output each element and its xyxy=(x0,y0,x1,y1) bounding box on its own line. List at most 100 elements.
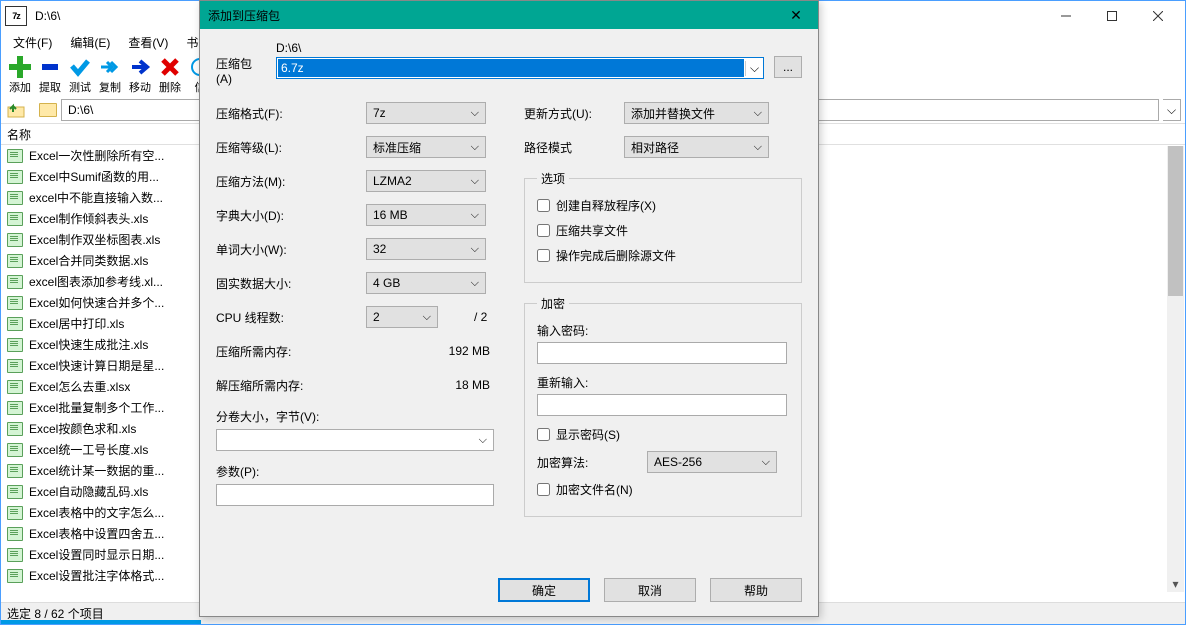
file-icon xyxy=(7,149,23,163)
toolbar-delete-button[interactable]: 删除 xyxy=(155,56,185,95)
file-icon xyxy=(7,506,23,520)
file-name: Excel怎么去重.xlsx xyxy=(29,378,130,395)
scrollbar-thumb[interactable] xyxy=(1168,146,1183,296)
password-label: 输入密码: xyxy=(537,322,789,339)
update-select[interactable]: 添加并替换文件 xyxy=(624,102,769,124)
toolbar-copy-button[interactable]: 复制 xyxy=(95,56,125,95)
toolbar-move-button[interactable]: 移动 xyxy=(125,56,155,95)
encryption-fieldset: 加密 输入密码: 重新输入: 显示密码(S) 加密算法:AES-256 加密文件… xyxy=(524,295,802,517)
file-icon xyxy=(7,317,23,331)
password2-input[interactable] xyxy=(537,394,787,416)
file-name: Excel表格中设置四舍五... xyxy=(29,525,164,542)
vertical-scrollbar[interactable]: ▴ ▾ xyxy=(1167,146,1184,592)
file-name: Excel按颜色求和.xls xyxy=(29,420,136,437)
dialog-close-button[interactable]: ✕ xyxy=(782,1,810,29)
taskbar-highlight xyxy=(1,620,201,624)
mem-comp-value: 192 MB xyxy=(366,344,494,358)
up-folder-button[interactable] xyxy=(5,99,27,121)
app-icon: 7z xyxy=(5,6,27,26)
file-name: Excel自动隐藏乱码.xls xyxy=(29,483,148,500)
file-icon xyxy=(7,527,23,541)
pathmode-label: 路径模式 xyxy=(524,139,624,156)
close-button[interactable] xyxy=(1135,1,1181,31)
help-button[interactable]: 帮助 xyxy=(710,578,802,602)
params-label: 参数(P): xyxy=(216,463,494,480)
pathmode-select[interactable]: 相对路径 xyxy=(624,136,769,158)
file-icon xyxy=(7,233,23,247)
enc-method-label: 加密算法: xyxy=(537,454,637,471)
cancel-button[interactable]: 取消 xyxy=(604,578,696,602)
show-password-label: 显示密码(S) xyxy=(556,426,620,443)
mem-comp-label: 压缩所需内存: xyxy=(216,343,366,360)
cpu-select[interactable]: 2 xyxy=(366,306,438,328)
file-name: Excel制作双坐标图表.xls xyxy=(29,231,160,248)
copy-icon xyxy=(98,56,122,78)
plus-icon xyxy=(8,56,32,78)
enc-names-checkbox[interactable] xyxy=(537,483,550,496)
file-name: Excel中Sumif函数的用... xyxy=(29,168,159,185)
delete-checkbox[interactable] xyxy=(537,249,550,262)
password-input[interactable] xyxy=(537,342,787,364)
sfx-checkbox[interactable] xyxy=(537,199,550,212)
solid-select[interactable]: 4 GB xyxy=(366,272,486,294)
window-controls xyxy=(1043,1,1181,31)
menu-edit[interactable]: 编辑(E) xyxy=(62,32,118,53)
word-select[interactable]: 32 xyxy=(366,238,486,260)
minus-icon xyxy=(38,56,62,78)
enc-method-select[interactable]: AES-256 xyxy=(647,451,777,473)
browse-button[interactable]: ... xyxy=(774,56,802,78)
split-combo[interactable] xyxy=(216,429,494,451)
maximize-button[interactable] xyxy=(1089,1,1135,31)
ok-button[interactable]: 确定 xyxy=(498,578,590,602)
file-name: Excel快速计算日期是星... xyxy=(29,357,164,374)
show-password-checkbox[interactable] xyxy=(537,428,550,441)
cpu-label: CPU 线程数: xyxy=(216,309,366,326)
dict-label: 字典大小(D): xyxy=(216,207,366,224)
mem-decomp-value: 18 MB xyxy=(366,378,494,392)
file-icon xyxy=(7,359,23,373)
menu-file[interactable]: 文件(F) xyxy=(5,32,60,53)
file-name: excel中不能直接输入数... xyxy=(29,189,163,206)
dialog-buttons: 确定 取消 帮助 xyxy=(498,578,802,602)
file-name: Excel批量复制多个工作... xyxy=(29,399,164,416)
menu-view[interactable]: 查看(V) xyxy=(120,32,176,53)
format-select[interactable]: 7z xyxy=(366,102,486,124)
update-label: 更新方式(U): xyxy=(524,105,624,122)
archive-label: 压缩包(A) xyxy=(216,41,266,86)
scroll-down-button[interactable]: ▾ xyxy=(1167,575,1184,592)
file-icon xyxy=(7,464,23,478)
path-dropdown-button[interactable]: ⌵ xyxy=(1163,99,1181,121)
delete-label: 操作完成后删除源文件 xyxy=(556,247,676,264)
word-label: 单词大小(W): xyxy=(216,241,366,258)
toolbar-add-button[interactable]: 添加 xyxy=(5,56,35,95)
method-label: 压缩方法(M): xyxy=(216,173,366,190)
format-label: 压缩格式(F): xyxy=(216,105,366,122)
archive-name-input[interactable] xyxy=(278,59,744,77)
minimize-button[interactable] xyxy=(1043,1,1089,31)
params-input[interactable] xyxy=(216,484,494,506)
delete-icon xyxy=(158,56,182,78)
file-icon xyxy=(7,275,23,289)
file-name: excel图表添加参考线.xl... xyxy=(29,273,163,290)
dict-select[interactable]: 16 MB xyxy=(366,204,486,226)
file-icon xyxy=(7,422,23,436)
file-name: Excel合并同类数据.xls xyxy=(29,252,148,269)
file-icon xyxy=(7,170,23,184)
move-icon xyxy=(128,56,152,78)
toolbar-extract-button[interactable]: 提取 xyxy=(35,56,65,95)
options-legend: 选项 xyxy=(537,170,569,187)
shared-label: 压缩共享文件 xyxy=(556,222,628,239)
file-name: Excel如何快速合并多个... xyxy=(29,294,164,311)
level-select[interactable]: 标准压缩 xyxy=(366,136,486,158)
file-icon xyxy=(7,191,23,205)
shared-checkbox[interactable] xyxy=(537,224,550,237)
column-name: 名称 xyxy=(7,126,31,143)
dialog-titlebar[interactable]: 添加到压缩包 ✕ xyxy=(200,1,818,29)
file-icon xyxy=(7,338,23,352)
file-name: Excel统一工号长度.xls xyxy=(29,441,148,458)
archive-name-dropdown-icon[interactable]: ⌵ xyxy=(745,61,763,76)
file-name: Excel设置同时显示日期... xyxy=(29,546,164,563)
method-select[interactable]: LZMA2 xyxy=(366,170,486,192)
toolbar-test-button[interactable]: 测试 xyxy=(65,56,95,95)
archive-name-combo[interactable]: ⌵ xyxy=(276,57,764,79)
